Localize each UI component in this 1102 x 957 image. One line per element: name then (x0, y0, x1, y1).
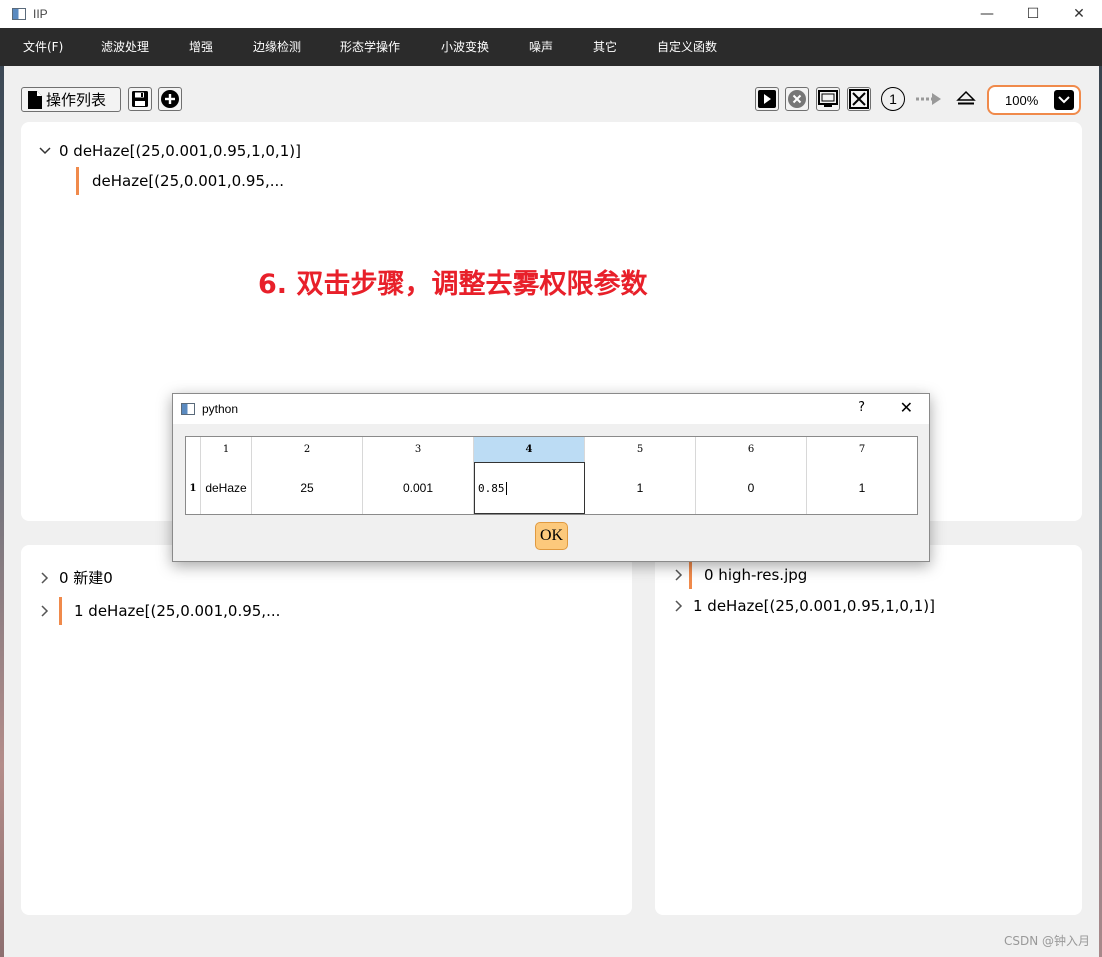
column-header[interactable]: 6 (696, 437, 807, 462)
list-item[interactable]: 0 新建0 (41, 567, 113, 588)
column-header[interactable]: 7 (807, 437, 917, 462)
selection-indicator (76, 167, 79, 195)
menu-custom-functions[interactable]: 自定义函数 (657, 28, 717, 66)
window-controls: — ☐ ✕ (964, 0, 1102, 28)
eject-icon (956, 90, 976, 105)
monitor-icon (818, 90, 838, 107)
play-icon (758, 90, 776, 108)
cancel-circle-icon (788, 90, 806, 108)
column-header[interactable]: 5 (585, 437, 696, 462)
zoom-select[interactable]: 100% (987, 85, 1081, 115)
add-button[interactable] (158, 87, 182, 111)
ops-list-label: 操作列表 (46, 91, 107, 109)
chevron-down-icon[interactable] (39, 147, 51, 155)
list-item[interactable]: 1 deHaze[(25,0.001,0.95,... (41, 597, 280, 625)
help-button[interactable]: ? (858, 400, 865, 415)
dialog-title: python (202, 402, 239, 416)
zoom-value: 100% (1005, 92, 1039, 108)
tree-root-item[interactable]: 0 deHaze[(25,0.001,0.95,1,0,1)] (39, 142, 301, 160)
column-header[interactable]: 1 (201, 437, 252, 462)
plus-circle-icon (161, 90, 179, 108)
minimize-button[interactable]: — (964, 0, 1010, 28)
table-cell[interactable]: 0.001 (363, 462, 474, 514)
fit-window-button[interactable] (816, 87, 840, 111)
list-item-label: 1 deHaze[(25,0.001,0.95,... (74, 602, 281, 620)
run-button[interactable] (755, 87, 779, 111)
arrow-right-icon (916, 93, 941, 105)
python-dialog: python ? ✕ 1 1 2 3 4 5 6 7 deHaze 25 0.0… (172, 393, 930, 562)
save-icon (132, 91, 148, 107)
history-panel: 0 新建0 1 deHaze[(25,0.001,0.95,... (21, 545, 632, 915)
table-cell[interactable]: 1 (585, 462, 696, 514)
column-header-selected[interactable]: 4 (474, 437, 585, 462)
close-button[interactable]: ✕ (1056, 0, 1102, 28)
menu-morphology[interactable]: 形态学操作 (340, 28, 400, 66)
corner-header (186, 437, 201, 462)
title-bar: IIP — ☐ ✕ (0, 0, 1102, 28)
tree-child-item[interactable]: deHaze[(25,0.001,0.95,... (92, 172, 284, 190)
parameter-table: 1 1 2 3 4 5 6 7 deHaze 25 0.001 0.85 1 0… (185, 436, 918, 515)
desktop-edge-left (0, 0, 4, 957)
list-item[interactable]: 1 deHaze[(25,0.001,0.95,1,0,1)] (675, 597, 935, 615)
clear-view-button[interactable] (847, 87, 871, 111)
menu-filter[interactable]: 滤波处理 (101, 28, 149, 66)
text-cursor (505, 481, 507, 495)
step-number-icon[interactable]: 1 (881, 87, 905, 111)
close-box-icon (849, 89, 869, 109)
chevron-down-icon[interactable] (1054, 90, 1074, 110)
column-header[interactable]: 3 (363, 437, 474, 462)
chevron-right-icon[interactable] (41, 605, 49, 617)
images-panel: 0 high-res.jpg 1 deHaze[(25,0.001,0.95,1… (655, 545, 1082, 915)
table-cell[interactable]: 1 (807, 462, 917, 514)
table-cell[interactable]: 0 (696, 462, 807, 514)
list-item-label: 1 deHaze[(25,0.001,0.95,1,0,1)] (693, 597, 935, 615)
window-title: IIP (33, 7, 48, 21)
row-header[interactable]: 1 (186, 462, 201, 514)
dialog-title-bar: python ? ✕ (173, 394, 929, 424)
file-icon (28, 90, 42, 109)
chevron-right-icon[interactable] (675, 569, 683, 581)
chevron-right-icon[interactable] (675, 600, 683, 612)
list-item[interactable]: 0 high-res.jpg (675, 561, 807, 589)
stop-button[interactable] (785, 87, 809, 111)
table-cell[interactable]: deHaze (201, 462, 252, 514)
next-step-button[interactable] (914, 90, 944, 108)
editor-value: 0.85 (478, 481, 505, 495)
eject-button[interactable] (953, 87, 979, 111)
app-icon (12, 8, 26, 20)
menu-wavelet[interactable]: 小波变换 (441, 28, 489, 66)
menu-noise[interactable]: 噪声 (529, 28, 553, 66)
maximize-button[interactable]: ☐ (1010, 0, 1056, 28)
app-icon (181, 403, 195, 415)
annotation-text: 6. 双击步骤，调整去雾权限参数 (258, 269, 648, 300)
list-item-label: 0 新建0 (59, 569, 113, 587)
menu-file[interactable]: 文件(F) (23, 28, 63, 66)
menu-bar: 文件(F) 滤波处理 增强 边缘检测 形态学操作 小波变换 噪声 其它 自定义函… (0, 28, 1102, 66)
list-item-label: 0 high-res.jpg (704, 566, 808, 584)
dialog-close-button[interactable]: ✕ (900, 398, 913, 417)
ok-button[interactable]: OK (535, 522, 568, 550)
tree-child-label: deHaze[(25,0.001,0.95,... (92, 172, 285, 190)
tree-root-label: 0 deHaze[(25,0.001,0.95,1,0,1)] (59, 142, 301, 160)
save-button[interactable] (128, 87, 152, 111)
menu-edge-detection[interactable]: 边缘检测 (253, 28, 301, 66)
column-header[interactable]: 2 (252, 437, 363, 462)
menu-enhance[interactable]: 增强 (189, 28, 213, 66)
selection-indicator (689, 561, 692, 589)
chevron-right-icon[interactable] (41, 571, 49, 584)
table-cell-editor[interactable]: 0.85 (474, 462, 585, 514)
ops-list-button[interactable]: 操作列表 (21, 87, 121, 112)
menu-other[interactable]: 其它 (593, 28, 617, 66)
table-cell[interactable]: 25 (252, 462, 363, 514)
watermark: CSDN @钟入月 (1003, 934, 1090, 948)
selection-indicator (59, 597, 62, 625)
